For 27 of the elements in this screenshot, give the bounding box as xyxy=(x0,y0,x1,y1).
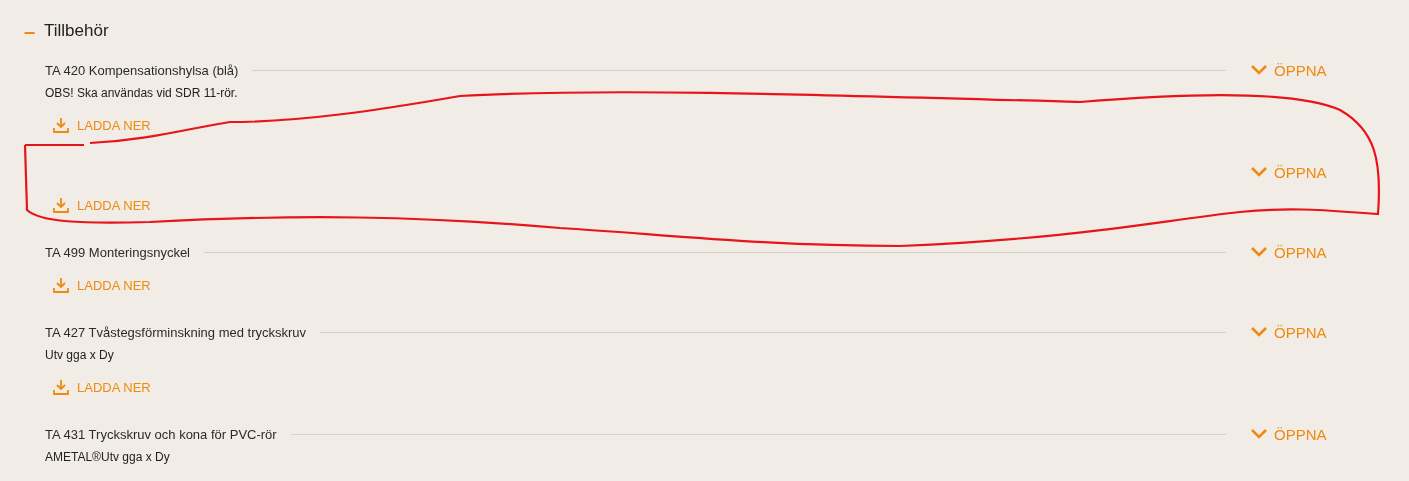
chevron-down-icon xyxy=(1250,246,1268,258)
open-link[interactable]: ÖPPNA xyxy=(1250,323,1331,341)
item-note: AMETAL®Utv gga x Dy xyxy=(45,449,171,466)
download-icon xyxy=(53,197,69,213)
chevron-down-icon xyxy=(1250,326,1268,338)
item-title: TA 420 Kompensationshylsa (blå) xyxy=(45,62,239,78)
item-title: TA 431 Tryckskruv och kona för PVC-rör xyxy=(45,426,277,442)
item-note: Utv gga x Dy xyxy=(45,347,115,364)
download-icon xyxy=(53,117,69,133)
download-link[interactable]: LADDA NER xyxy=(53,376,151,398)
chevron-down-icon xyxy=(1250,64,1268,76)
chevron-down-icon xyxy=(1250,166,1268,178)
open-link[interactable]: ÖPPNA xyxy=(1250,163,1331,181)
open-link[interactable]: ÖPPNA xyxy=(1250,61,1331,79)
item-title: TA 427 Tvåstegsförminskning med tryckskruv xyxy=(45,324,307,340)
open-link[interactable]: ÖPPNA xyxy=(1250,243,1331,261)
download-icon xyxy=(53,277,69,293)
download-icon xyxy=(53,379,69,395)
section-title: Tillbehör xyxy=(44,21,109,41)
collapse-toggle[interactable]: – xyxy=(24,19,44,43)
download-link[interactable]: LADDA NER xyxy=(53,194,151,216)
item-title: TA 499 Monteringsnyckel xyxy=(45,244,190,260)
chevron-down-icon xyxy=(1250,428,1268,440)
open-link[interactable]: ÖPPNA xyxy=(1250,425,1331,443)
download-link[interactable]: LADDA NER xyxy=(53,274,151,296)
item-note: OBS! Ska användas vid SDR 11-rör. xyxy=(45,85,239,102)
download-link[interactable]: LADDA NER xyxy=(53,114,151,136)
